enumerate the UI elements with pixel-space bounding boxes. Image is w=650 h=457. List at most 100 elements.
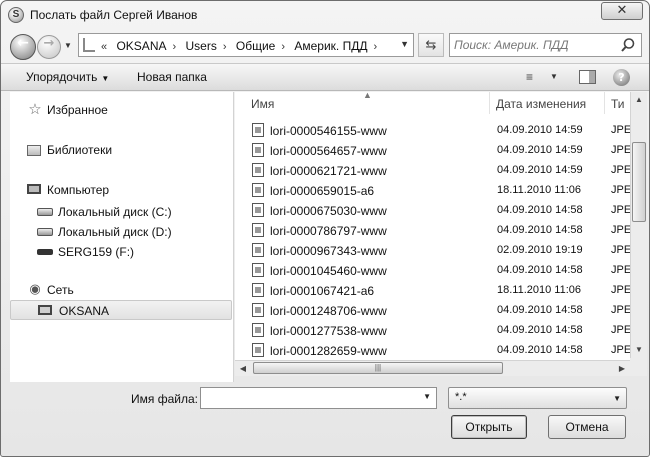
column-header-date[interactable]: Дата изменения [490, 92, 605, 114]
nav-item-drive-d[interactable]: Локальный диск (D:) [10, 222, 232, 242]
library-icon [27, 145, 41, 156]
file-date: 04.09.2010 14:59 [497, 164, 583, 176]
open-button[interactable]: Открыть [451, 415, 527, 439]
file-date: 18.11.2010 11:06 [497, 184, 582, 196]
chevron-right-icon[interactable]: › [223, 41, 227, 53]
file-row[interactable]: lori-0000659015-a6 18.11.2010 11:06 JPE [235, 180, 630, 200]
chevron-down-icon[interactable]: ▼ [423, 392, 431, 401]
file-dialog-window: S Послать файл Сергей Иванов ✕ ← → ▼ « O… [0, 0, 650, 457]
recent-pages-dropdown[interactable]: ▼ [63, 41, 73, 51]
address-dropdown[interactable]: ▼ [400, 39, 409, 49]
nav-item-network[interactable]: ◉ Сеть [10, 280, 232, 300]
image-file-icon [252, 283, 264, 297]
file-row[interactable]: lori-0000675030-www 04.09.2010 14:58 JPE [235, 200, 630, 220]
nav-item-libraries[interactable]: Библиотеки [10, 140, 232, 160]
file-type-filter[interactable]: *.* ▼ [448, 387, 627, 409]
usb-drive-icon [37, 249, 53, 255]
file-date: 04.09.2010 14:58 [497, 324, 583, 336]
file-row[interactable]: lori-0000546155-www 04.09.2010 14:59 JPE [235, 120, 630, 140]
file-date: 04.09.2010 14:59 [497, 124, 583, 136]
filename-combobox[interactable]: ▼ [200, 387, 437, 409]
file-row[interactable]: lori-0001277538-www 04.09.2010 14:58 JPE [235, 320, 630, 340]
file-type: JPE [611, 184, 630, 196]
column-header-name[interactable]: ▲ Имя [235, 92, 490, 114]
file-row[interactable]: lori-0000621721-www 04.09.2010 14:59 JPE [235, 160, 630, 180]
image-file-icon [252, 123, 264, 137]
nav-item-computer[interactable]: Компьютер [10, 180, 232, 200]
file-type: JPE [611, 304, 630, 316]
nav-item-favorites[interactable]: ☆ Избранное [10, 100, 232, 120]
vertical-scrollbar[interactable]: ▲ ▼ [630, 92, 647, 358]
breadcrumb-item[interactable]: Users [186, 39, 217, 53]
search-box[interactable] [449, 33, 642, 57]
scroll-up-icon[interactable]: ▲ [631, 92, 647, 108]
chevron-right-icon[interactable]: › [281, 41, 285, 53]
network-computer-icon [38, 305, 52, 315]
hard-drive-icon [37, 208, 53, 216]
image-file-icon [252, 303, 264, 317]
column-header-type[interactable]: Ти [605, 92, 630, 114]
image-file-icon [252, 183, 264, 197]
file-type: JPE [611, 344, 630, 356]
forward-button[interactable]: → [37, 35, 61, 59]
file-type: JPE [611, 264, 630, 276]
column-label: Дата изменения [496, 97, 587, 111]
chevron-right-icon[interactable]: › [373, 41, 377, 53]
breadcrumb-overflow[interactable]: « [101, 41, 107, 53]
search-input[interactable] [454, 37, 614, 53]
file-row[interactable]: lori-0001248706-www 04.09.2010 14:58 JPE [235, 300, 630, 320]
filter-value: *.* [455, 391, 467, 403]
breadcrumb-item[interactable]: Америк. ПДД [294, 39, 367, 53]
address-box[interactable]: « OKSANA › Users › Общие › Америк. ПДД › ▼ [78, 33, 414, 57]
nav-label: Избранное [47, 103, 108, 117]
star-icon: ☆ [28, 100, 42, 118]
file-row[interactable]: lori-0000564657-www 04.09.2010 14:59 JPE [235, 140, 630, 160]
navigation-pane: ☆ Избранное Библиотеки Компьютер Локальн… [10, 92, 234, 382]
refresh-button[interactable]: ⇆ [418, 33, 444, 57]
view-dropdown[interactable]: ▼ [550, 72, 558, 81]
breadcrumb-item[interactable]: Общие [236, 39, 275, 53]
horizontal-scroll-thumb[interactable]: ||| [253, 362, 503, 374]
horizontal-scrollbar[interactable]: ◀ ||| ▶ [235, 360, 630, 376]
vertical-scroll-thumb[interactable] [632, 142, 646, 222]
nav-label: OKSANA [59, 304, 110, 318]
file-date: 04.09.2010 14:59 [497, 144, 583, 156]
organize-menu[interactable]: Упорядочить ▼ [26, 70, 109, 84]
file-name: lori-0000546155-www [270, 124, 387, 138]
new-folder-button[interactable]: Новая папка [137, 70, 207, 84]
chevron-down-icon: ▼ [613, 394, 621, 403]
preview-pane-icon[interactable] [579, 70, 596, 84]
file-row[interactable]: lori-0001282659-www 04.09.2010 14:58 JPE [235, 340, 630, 360]
file-row[interactable]: lori-0001045460-www 04.09.2010 14:58 JPE [235, 260, 630, 280]
file-row[interactable]: lori-0001067421-a6 18.11.2010 11:06 JPE [235, 280, 630, 300]
view-options-icon[interactable]: ≡ [526, 70, 535, 84]
scroll-down-icon[interactable]: ▼ [631, 342, 647, 358]
image-file-icon [252, 343, 264, 357]
nav-item-drive-c[interactable]: Локальный диск (C:) [10, 202, 232, 222]
address-bar-row: ← → ▼ « OKSANA › Users › Общие › Америк. ПД… [1, 29, 649, 63]
folder-icon [83, 38, 95, 52]
breadcrumb-item[interactable]: OKSANA [116, 39, 166, 53]
sort-ascending-icon: ▲ [363, 92, 372, 100]
image-file-icon [252, 163, 264, 177]
file-type: JPE [611, 224, 630, 236]
cancel-button[interactable]: Отмена [548, 415, 626, 439]
file-row[interactable]: lori-0000786797-www 04.09.2010 14:58 JPE [235, 220, 630, 240]
nav-label: Сеть [47, 283, 74, 297]
nav-item-oksana[interactable]: OKSANA [10, 300, 232, 320]
search-icon[interactable] [620, 37, 636, 53]
file-row[interactable]: lori-0000967343-www 02.09.2010 19:19 JPE [235, 240, 630, 260]
title-bar: S Послать файл Сергей Иванов ✕ [1, 1, 649, 29]
filename-label: Имя файла: [131, 392, 198, 406]
filename-input[interactable] [205, 391, 415, 405]
scroll-right-icon[interactable]: ▶ [614, 361, 630, 376]
back-button[interactable]: ← [10, 34, 36, 60]
help-icon[interactable]: ? [613, 69, 630, 86]
nav-item-drive-f[interactable]: SERG159 (F:) [10, 242, 232, 262]
scroll-left-icon[interactable]: ◀ [235, 361, 251, 376]
close-button[interactable]: ✕ [601, 2, 643, 20]
chevron-right-icon[interactable]: › [172, 41, 176, 53]
nav-label: Библиотеки [47, 143, 113, 157]
file-name: lori-0000967343-www [270, 244, 387, 258]
file-name: lori-0000786797-www [270, 224, 387, 238]
